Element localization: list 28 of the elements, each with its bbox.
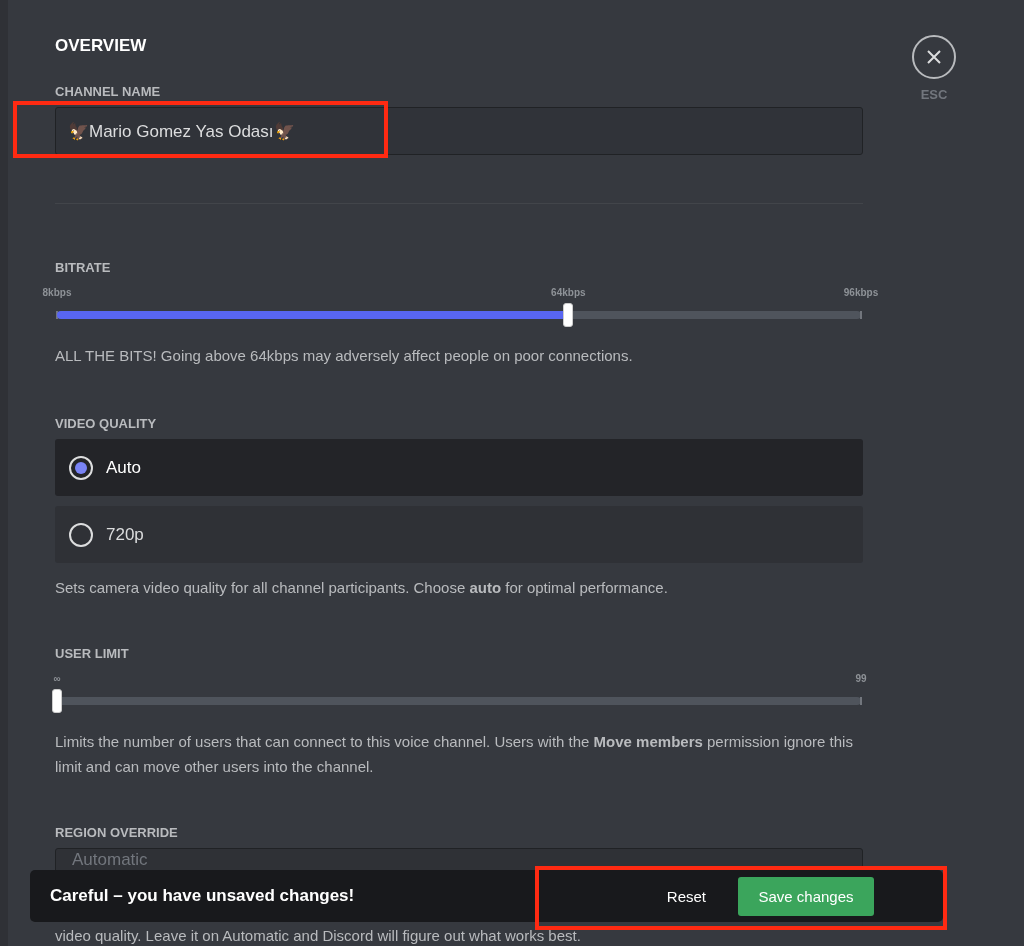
radio-option[interactable]: Auto bbox=[55, 439, 863, 496]
esc-label: ESC bbox=[920, 87, 948, 102]
tick-label: 8kbps bbox=[42, 287, 72, 298]
option-label: 720p bbox=[106, 524, 144, 545]
slider-handle[interactable] bbox=[563, 303, 574, 327]
field-label: CHANNEL NAME bbox=[55, 84, 162, 99]
section-label: REGION OVERRIDE bbox=[55, 825, 179, 840]
tick-label: ∞ bbox=[53, 673, 61, 684]
region-description: video quality. Leave it on Automatic and Discord will figure out what works best. bbox=[55, 926, 582, 946]
radio-icon bbox=[69, 522, 93, 547]
channel-name-field[interactable]: 🦅Mario Gomez Yas Odası🦅 bbox=[55, 107, 863, 155]
close-icon bbox=[926, 49, 942, 65]
bitrate-description: ALL THE BITS! Going above 64kbps may adversely affect people on poor connections. bbox=[55, 346, 634, 366]
section-label: VIDEO QUALITY bbox=[55, 416, 158, 431]
close-button[interactable] bbox=[912, 35, 956, 79]
notice-message: Careful – you have unsaved changes! bbox=[50, 886, 356, 906]
video-quality-description: Sets camera video quality for all channel participants. Choose auto for optimal performance. bbox=[55, 578, 669, 598]
section-label: BITRATE bbox=[55, 260, 112, 275]
slider-handle[interactable] bbox=[52, 689, 62, 713]
user-limit-description: Limits the number of users that can connect to this voice channel. Users with the Move members permission ignore this limit and can move other users into the channel. bbox=[55, 732, 854, 777]
tick-label: 99 bbox=[855, 673, 867, 684]
option-label: Auto bbox=[106, 457, 141, 478]
tick-label: 96kbps bbox=[843, 287, 879, 298]
radio-option[interactable]: 720p bbox=[55, 506, 863, 563]
radio-icon bbox=[69, 455, 93, 480]
section-label: USER LIMIT bbox=[55, 646, 130, 661]
page-title: OVERVIEW bbox=[55, 36, 148, 56]
tick-label: 64kbps bbox=[551, 287, 586, 298]
